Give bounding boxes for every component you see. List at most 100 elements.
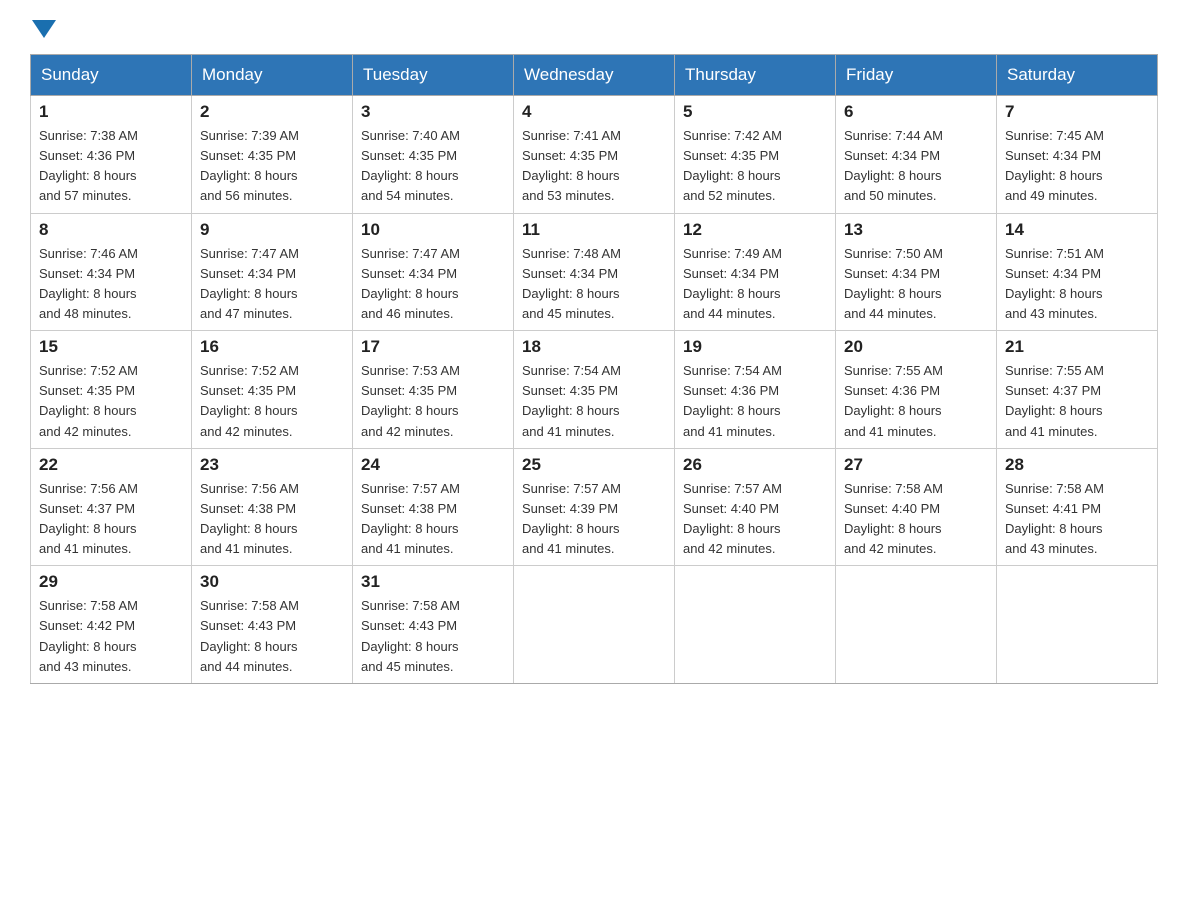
day-info: Sunrise: 7:58 AM Sunset: 4:40 PM Dayligh… [844,479,988,560]
day-number: 27 [844,455,988,475]
calendar-cell: 3 Sunrise: 7:40 AM Sunset: 4:35 PM Dayli… [353,96,514,214]
day-number: 15 [39,337,183,357]
calendar-cell: 30 Sunrise: 7:58 AM Sunset: 4:43 PM Dayl… [192,566,353,684]
day-number: 24 [361,455,505,475]
calendar-cell: 25 Sunrise: 7:57 AM Sunset: 4:39 PM Dayl… [514,448,675,566]
day-info: Sunrise: 7:57 AM Sunset: 4:40 PM Dayligh… [683,479,827,560]
calendar-cell: 18 Sunrise: 7:54 AM Sunset: 4:35 PM Dayl… [514,331,675,449]
day-info: Sunrise: 7:53 AM Sunset: 4:35 PM Dayligh… [361,361,505,442]
day-info: Sunrise: 7:55 AM Sunset: 4:36 PM Dayligh… [844,361,988,442]
calendar-cell: 31 Sunrise: 7:58 AM Sunset: 4:43 PM Dayl… [353,566,514,684]
calendar-cell: 7 Sunrise: 7:45 AM Sunset: 4:34 PM Dayli… [997,96,1158,214]
day-info: Sunrise: 7:56 AM Sunset: 4:38 PM Dayligh… [200,479,344,560]
day-info: Sunrise: 7:47 AM Sunset: 4:34 PM Dayligh… [361,244,505,325]
day-number: 10 [361,220,505,240]
calendar-cell: 11 Sunrise: 7:48 AM Sunset: 4:34 PM Dayl… [514,213,675,331]
calendar-cell: 1 Sunrise: 7:38 AM Sunset: 4:36 PM Dayli… [31,96,192,214]
day-info: Sunrise: 7:54 AM Sunset: 4:35 PM Dayligh… [522,361,666,442]
calendar-header-tuesday: Tuesday [353,55,514,96]
day-info: Sunrise: 7:52 AM Sunset: 4:35 PM Dayligh… [200,361,344,442]
day-number: 18 [522,337,666,357]
day-number: 13 [844,220,988,240]
calendar-cell: 10 Sunrise: 7:47 AM Sunset: 4:34 PM Dayl… [353,213,514,331]
calendar-header-row: SundayMondayTuesdayWednesdayThursdayFrid… [31,55,1158,96]
calendar-cell: 12 Sunrise: 7:49 AM Sunset: 4:34 PM Dayl… [675,213,836,331]
day-info: Sunrise: 7:51 AM Sunset: 4:34 PM Dayligh… [1005,244,1149,325]
calendar-cell: 5 Sunrise: 7:42 AM Sunset: 4:35 PM Dayli… [675,96,836,214]
calendar-cell [514,566,675,684]
day-number: 16 [200,337,344,357]
calendar-cell: 28 Sunrise: 7:58 AM Sunset: 4:41 PM Dayl… [997,448,1158,566]
day-number: 8 [39,220,183,240]
day-number: 6 [844,102,988,122]
day-number: 20 [844,337,988,357]
calendar-week-row: 29 Sunrise: 7:58 AM Sunset: 4:42 PM Dayl… [31,566,1158,684]
calendar-cell: 9 Sunrise: 7:47 AM Sunset: 4:34 PM Dayli… [192,213,353,331]
calendar-cell: 6 Sunrise: 7:44 AM Sunset: 4:34 PM Dayli… [836,96,997,214]
page-header [30,20,1158,34]
day-info: Sunrise: 7:58 AM Sunset: 4:43 PM Dayligh… [361,596,505,677]
day-number: 4 [522,102,666,122]
day-info: Sunrise: 7:39 AM Sunset: 4:35 PM Dayligh… [200,126,344,207]
calendar-cell: 19 Sunrise: 7:54 AM Sunset: 4:36 PM Dayl… [675,331,836,449]
day-number: 2 [200,102,344,122]
calendar-cell: 16 Sunrise: 7:52 AM Sunset: 4:35 PM Dayl… [192,331,353,449]
day-info: Sunrise: 7:58 AM Sunset: 4:41 PM Dayligh… [1005,479,1149,560]
calendar-cell [997,566,1158,684]
day-number: 26 [683,455,827,475]
day-info: Sunrise: 7:58 AM Sunset: 4:43 PM Dayligh… [200,596,344,677]
calendar-cell: 15 Sunrise: 7:52 AM Sunset: 4:35 PM Dayl… [31,331,192,449]
logo-arrow-icon [32,20,56,38]
day-number: 21 [1005,337,1149,357]
day-number: 19 [683,337,827,357]
calendar-week-row: 8 Sunrise: 7:46 AM Sunset: 4:34 PM Dayli… [31,213,1158,331]
day-info: Sunrise: 7:50 AM Sunset: 4:34 PM Dayligh… [844,244,988,325]
day-info: Sunrise: 7:48 AM Sunset: 4:34 PM Dayligh… [522,244,666,325]
day-number: 9 [200,220,344,240]
calendar-cell: 2 Sunrise: 7:39 AM Sunset: 4:35 PM Dayli… [192,96,353,214]
logo [30,20,58,34]
day-number: 3 [361,102,505,122]
calendar-cell: 26 Sunrise: 7:57 AM Sunset: 4:40 PM Dayl… [675,448,836,566]
calendar-cell: 4 Sunrise: 7:41 AM Sunset: 4:35 PM Dayli… [514,96,675,214]
calendar-week-row: 15 Sunrise: 7:52 AM Sunset: 4:35 PM Dayl… [31,331,1158,449]
day-info: Sunrise: 7:49 AM Sunset: 4:34 PM Dayligh… [683,244,827,325]
calendar-cell: 23 Sunrise: 7:56 AM Sunset: 4:38 PM Dayl… [192,448,353,566]
calendar-week-row: 22 Sunrise: 7:56 AM Sunset: 4:37 PM Dayl… [31,448,1158,566]
calendar-header-friday: Friday [836,55,997,96]
day-number: 29 [39,572,183,592]
calendar-cell: 13 Sunrise: 7:50 AM Sunset: 4:34 PM Dayl… [836,213,997,331]
day-info: Sunrise: 7:46 AM Sunset: 4:34 PM Dayligh… [39,244,183,325]
calendar-cell [675,566,836,684]
day-number: 14 [1005,220,1149,240]
day-number: 23 [200,455,344,475]
day-info: Sunrise: 7:44 AM Sunset: 4:34 PM Dayligh… [844,126,988,207]
day-info: Sunrise: 7:55 AM Sunset: 4:37 PM Dayligh… [1005,361,1149,442]
day-number: 22 [39,455,183,475]
day-info: Sunrise: 7:57 AM Sunset: 4:38 PM Dayligh… [361,479,505,560]
day-number: 25 [522,455,666,475]
day-number: 1 [39,102,183,122]
calendar-cell: 27 Sunrise: 7:58 AM Sunset: 4:40 PM Dayl… [836,448,997,566]
day-number: 7 [1005,102,1149,122]
day-number: 30 [200,572,344,592]
calendar-table: SundayMondayTuesdayWednesdayThursdayFrid… [30,54,1158,684]
day-number: 11 [522,220,666,240]
day-info: Sunrise: 7:47 AM Sunset: 4:34 PM Dayligh… [200,244,344,325]
calendar-week-row: 1 Sunrise: 7:38 AM Sunset: 4:36 PM Dayli… [31,96,1158,214]
day-info: Sunrise: 7:54 AM Sunset: 4:36 PM Dayligh… [683,361,827,442]
calendar-header-sunday: Sunday [31,55,192,96]
day-number: 5 [683,102,827,122]
calendar-header-wednesday: Wednesday [514,55,675,96]
day-number: 31 [361,572,505,592]
day-info: Sunrise: 7:40 AM Sunset: 4:35 PM Dayligh… [361,126,505,207]
calendar-cell: 14 Sunrise: 7:51 AM Sunset: 4:34 PM Dayl… [997,213,1158,331]
calendar-header-thursday: Thursday [675,55,836,96]
calendar-cell [836,566,997,684]
day-info: Sunrise: 7:58 AM Sunset: 4:42 PM Dayligh… [39,596,183,677]
calendar-header-saturday: Saturday [997,55,1158,96]
calendar-header-monday: Monday [192,55,353,96]
day-info: Sunrise: 7:38 AM Sunset: 4:36 PM Dayligh… [39,126,183,207]
day-info: Sunrise: 7:41 AM Sunset: 4:35 PM Dayligh… [522,126,666,207]
calendar-cell: 21 Sunrise: 7:55 AM Sunset: 4:37 PM Dayl… [997,331,1158,449]
